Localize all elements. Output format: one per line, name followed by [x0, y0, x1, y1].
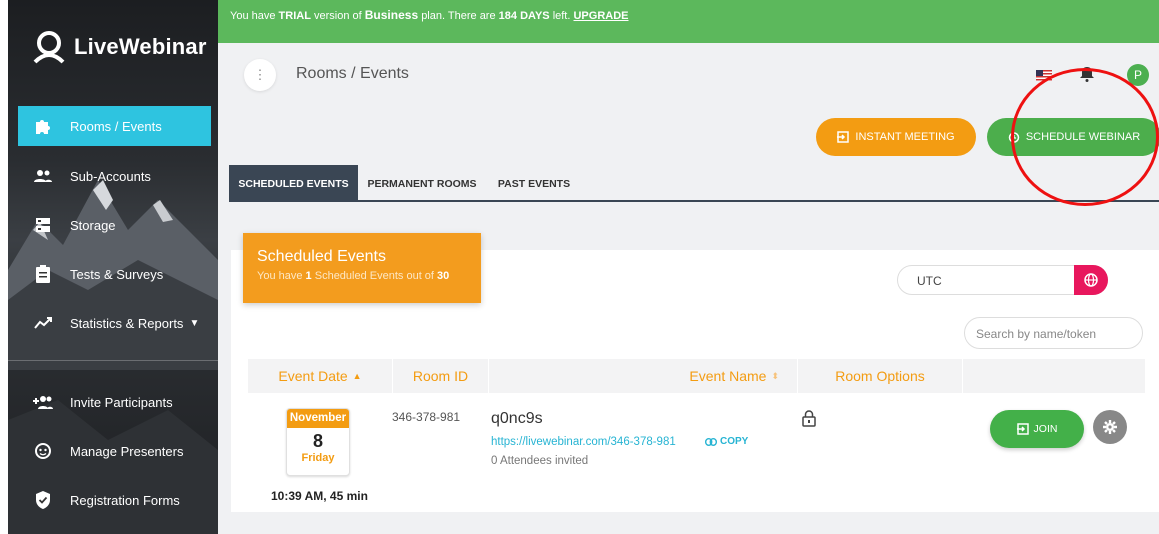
event-weekday: Friday: [301, 452, 335, 464]
scheduled-events-card: Scheduled Events You have 1 Scheduled Ev…: [243, 233, 481, 303]
us-flag-icon[interactable]: [1036, 70, 1052, 81]
column-event-name[interactable]: Event Name ⬍: [489, 359, 798, 393]
join-label: JOIN: [1033, 423, 1058, 435]
search-input[interactable]: Search by name/token: [964, 317, 1143, 349]
brand-logo[interactable]: LiveWebinar: [32, 30, 207, 64]
app-root: LiveWebinar Rooms / Events Sub-Accounts …: [0, 0, 1159, 534]
sidebar-item-statistics-reports[interactable]: Statistics & Reports ▼: [18, 303, 211, 343]
copy-label: COPY: [720, 436, 749, 447]
settings-button[interactable]: [1093, 410, 1127, 444]
plan-name: Business: [364, 8, 419, 22]
column-label: Event Name: [689, 368, 767, 384]
chevron-down-icon: ▼: [189, 317, 200, 329]
presenter-icon: [32, 440, 54, 462]
event-time: 10:39 AM, 45 min: [271, 489, 368, 503]
card-subtitle-text: Scheduled Events out of: [314, 270, 434, 282]
menu-dots-button[interactable]: ⋮: [244, 59, 276, 91]
instant-meeting-label: INSTANT MEETING: [855, 131, 955, 143]
sidebar-item-manage-presenters[interactable]: Manage Presenters: [18, 431, 211, 471]
sidebar-item-sub-accounts[interactable]: Sub-Accounts: [18, 156, 211, 196]
sidebar-item-invite-participants[interactable]: Invite Participants: [18, 382, 211, 422]
vertical-dots-icon: ⋮: [253, 67, 267, 82]
event-name: q0nc9s: [491, 410, 543, 427]
sidebar-item-label: Sub-Accounts: [70, 168, 151, 184]
clipboard-icon: [32, 263, 54, 285]
table-row: November 8 Friday 10:39 AM, 45 min 346-3…: [248, 393, 1145, 511]
timezone-value: UTC: [917, 274, 942, 288]
chart-line-icon: [32, 312, 54, 334]
sidebar-item-label: Invite Participants: [70, 394, 173, 410]
column-actions: [963, 359, 1145, 393]
gear-icon: [1103, 420, 1117, 434]
join-button[interactable]: JOIN: [990, 410, 1084, 448]
column-room-id[interactable]: Room ID: [393, 359, 489, 393]
sidebar: LiveWebinar Rooms / Events Sub-Accounts …: [8, 0, 218, 534]
column-room-options[interactable]: Room Options: [798, 359, 963, 393]
sort-asc-icon: ▲: [352, 371, 362, 381]
link-icon: [705, 437, 717, 446]
event-month: November: [287, 409, 349, 428]
sidebar-item-registration-forms[interactable]: Registration Forms: [18, 480, 211, 520]
tab-bar: SCHEDULED EVENTS PERMANENT ROOMS PAST EV…: [229, 165, 1159, 202]
sidebar-divider: [8, 360, 218, 361]
schedule-webinar-button[interactable]: SCHEDULE WEBINAR: [987, 118, 1159, 156]
tab-permanent-rooms[interactable]: PERMANENT ROOMS: [362, 165, 482, 202]
trial-label: TRIAL: [278, 10, 311, 22]
tab-scheduled-events[interactable]: SCHEDULED EVENTS: [229, 165, 358, 202]
add-users-icon: [32, 391, 54, 413]
bell-icon[interactable]: [1080, 66, 1094, 82]
instant-meeting-button[interactable]: INSTANT MEETING: [816, 118, 976, 156]
main-panel: ⋮ Rooms / Events P INSTANT MEETING SCHED…: [218, 43, 1159, 534]
sidebar-item-label: Statistics & Reports: [70, 315, 184, 331]
column-event-date[interactable]: Event Date ▲: [248, 359, 393, 393]
column-label: Event Date: [278, 368, 348, 384]
avatar[interactable]: P: [1127, 64, 1149, 86]
calendar-date-badge: November 8 Friday: [286, 408, 350, 476]
trial-text: left.: [552, 10, 571, 22]
breadcrumb: Rooms / Events: [296, 65, 409, 82]
timezone-select[interactable]: UTC: [897, 265, 1108, 295]
sidebar-item-label: Tests & Surveys: [70, 266, 164, 282]
lock-icon[interactable]: [802, 410, 816, 427]
storage-icon: [32, 214, 54, 236]
card-title: Scheduled Events: [257, 248, 386, 265]
globe-button[interactable]: [1074, 265, 1108, 295]
tab-past-events[interactable]: PAST EVENTS: [489, 165, 579, 202]
enter-icon: [1016, 423, 1029, 435]
sidebar-item-label: Rooms / Events: [70, 118, 162, 134]
days-left: 184 DAYS: [498, 10, 550, 22]
card-subtitle: You have 1 Scheduled Events out of 30: [257, 270, 481, 282]
sidebar-item-label: Manage Presenters: [70, 443, 184, 459]
events-count: 1: [305, 270, 312, 282]
card-subtitle-text: You have: [257, 270, 303, 282]
schedule-webinar-label: SCHEDULE WEBINAR: [1025, 131, 1141, 143]
copy-link-button[interactable]: COPY: [705, 436, 748, 447]
event-url-link[interactable]: https://livewebinar.com/346-378-981: [491, 436, 676, 448]
shield-check-icon: [32, 489, 54, 511]
sidebar-item-tests-surveys[interactable]: Tests & Surveys: [18, 254, 211, 294]
sidebar-item-rooms-events[interactable]: Rooms / Events: [18, 106, 211, 146]
puzzle-icon: [32, 115, 54, 137]
globe-icon: [1084, 273, 1098, 287]
sidebar-item-label: Registration Forms: [70, 492, 180, 508]
event-day: 8: [312, 431, 323, 451]
events-max: 30: [437, 270, 450, 282]
brand-name: LiveWebinar: [74, 34, 207, 59]
enter-icon: [837, 131, 850, 143]
trial-text: version of: [314, 10, 362, 22]
alarm-clock-icon: [1008, 132, 1020, 143]
room-id: 346-378-981: [392, 410, 461, 424]
sort-icon: ⬍: [771, 370, 779, 381]
trial-banner: You have TRIAL version of Business plan.…: [218, 0, 1159, 43]
trial-text: You have: [230, 10, 276, 22]
attendees-count: 0 Attendees invited: [491, 455, 589, 467]
upgrade-link[interactable]: UPGRADE: [573, 10, 628, 22]
users-icon: [32, 165, 54, 187]
trial-text: plan. There are: [421, 10, 496, 22]
sidebar-item-label: Storage: [70, 217, 116, 233]
logo-icon: [33, 31, 65, 64]
sidebar-item-storage[interactable]: Storage: [18, 205, 211, 245]
table-header: Event Date ▲ Room ID Event Name ⬍ Room O…: [248, 359, 1145, 393]
